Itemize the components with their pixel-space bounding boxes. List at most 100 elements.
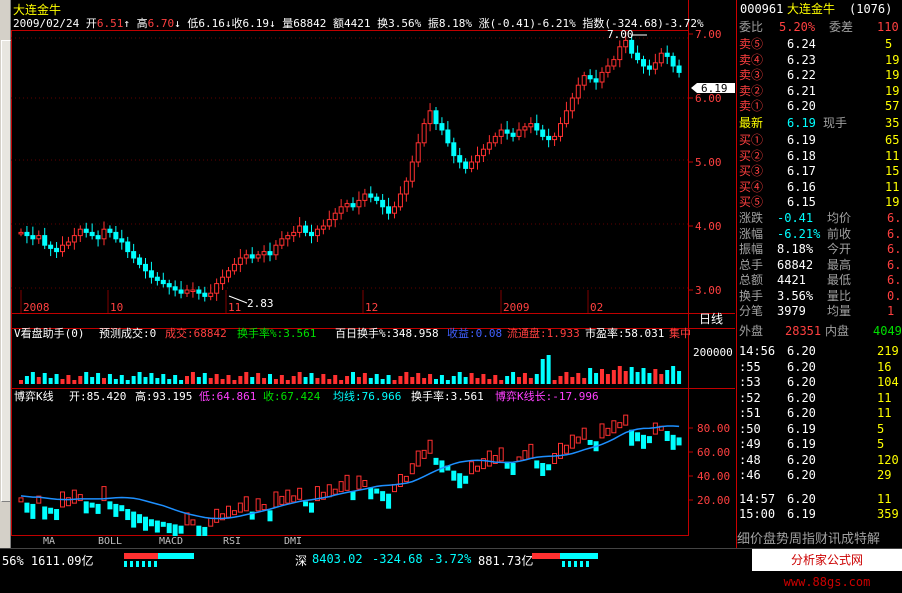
vol-hundred: 百日换手%:348.958 (335, 326, 439, 340)
last-price: 6.19 (787, 116, 816, 130)
candle-body (504, 129, 510, 134)
info-turn-label: 换 (377, 17, 389, 30)
volume-bar (102, 378, 106, 384)
candle-body (510, 132, 516, 137)
volume-bar (611, 370, 616, 384)
game-candle (534, 460, 540, 469)
ask-row-cell: 57 (885, 99, 900, 113)
chart-area[interactable]: 7.00 6.00 5.00 4.00 3.00 6.19 日线 2008 10 11 12 2009… (11, 0, 735, 536)
candle-body (60, 244, 65, 253)
candle-body (492, 135, 498, 144)
volume-bar (605, 374, 610, 384)
candle-body (273, 244, 279, 256)
volume-bar (202, 373, 207, 384)
bid-row-cell: 买③ (739, 164, 764, 178)
volume-bar (143, 377, 148, 384)
candle-body (154, 276, 160, 281)
tick-row: :52 6.20 11 (737, 391, 902, 406)
left-scrollbar[interactable] (0, 0, 11, 548)
candle-body (208, 292, 214, 297)
game-candle (285, 489, 291, 504)
candle-body (48, 244, 54, 249)
game-candle (309, 502, 314, 513)
candle-body (326, 219, 332, 227)
volume-bar (629, 367, 634, 384)
candle-body (670, 55, 676, 67)
tick-row-cell: 6.20 (787, 359, 816, 374)
ask-row-cell: 6.23 (787, 52, 816, 67)
site-logo[interactable]: 分析家公式网 www.88gs.com (752, 549, 902, 589)
volume-bar (244, 372, 249, 384)
tab-boll[interactable]: BOLL (82, 536, 138, 548)
candle-body (261, 251, 267, 256)
stat-row: 分笔 3979 均量 1 (737, 304, 902, 319)
game-candle (427, 439, 433, 454)
ask-row-cell: 5 (885, 37, 893, 51)
candle-body (415, 142, 421, 163)
tick-row: :49 6.19 5 (737, 437, 902, 452)
volume-bar (54, 374, 59, 384)
info-chg-label: 涨 (478, 17, 490, 30)
marquee[interactable]: 细价盘势周指财讯成特解 (737, 532, 902, 548)
tick-row-cell: 11 (877, 491, 892, 506)
candle-body (563, 110, 569, 125)
volume-bar (256, 373, 261, 384)
inner-value: 4049 (873, 324, 902, 338)
volume-bar (190, 372, 195, 384)
game-ma: 均线:76.966 (333, 389, 401, 403)
price-axis-label: 4.00 (695, 220, 722, 233)
price-axis-label: 3.00 (695, 284, 722, 297)
volume-bar (291, 376, 296, 384)
candle-body (36, 235, 42, 240)
stat-row-cell: 68842 (777, 257, 814, 272)
stat-row: 总额 4421 最低 6.1 (737, 273, 902, 288)
vol-panel-title: V看盘助手(0) (14, 326, 85, 340)
stat-row-cell: 6.7 (887, 257, 902, 272)
stat-row: 总手 68842 最高 6.7 (737, 258, 902, 273)
candle-body (237, 257, 243, 265)
candle-body (575, 84, 581, 99)
game-candle (332, 488, 338, 495)
candle-body (24, 231, 30, 237)
volume-bar (155, 378, 160, 384)
volume-bar (594, 373, 599, 384)
candle-body (42, 235, 48, 246)
game-candle (18, 497, 24, 503)
game-candle (611, 420, 617, 434)
stat-row-cell: 涨跌 (739, 211, 764, 225)
volume-bar (303, 377, 308, 384)
volume-bar (570, 377, 575, 384)
candle-body (125, 241, 131, 253)
tick-row-cell: :55 (739, 359, 761, 374)
volume-bar (161, 374, 166, 384)
volume-bar (273, 379, 278, 384)
stat-row-cell: 量比 (827, 288, 852, 303)
tab-dmi[interactable]: DMI (265, 536, 321, 548)
info-vol: 68842 (293, 17, 327, 30)
candle-body (498, 129, 504, 137)
stat-row-cell: 均量 (827, 304, 852, 318)
candle-body (380, 199, 386, 208)
stat-row-cell: -0.41 (777, 211, 814, 225)
volume-bar (392, 380, 397, 384)
outer-inner-row: 外盘 28351 内盘 4049 (737, 324, 902, 339)
game-candle (267, 510, 273, 522)
volume-bar (238, 376, 243, 384)
volume-bar (309, 373, 314, 384)
bid-row-cell: 6.16 (787, 179, 816, 194)
volume-bar (404, 372, 409, 384)
candle-body (95, 235, 101, 240)
tab-rsi[interactable]: RSI (204, 536, 260, 548)
candle-body (605, 65, 611, 73)
candle-body (83, 228, 89, 233)
ask-row-cell: 卖② (739, 83, 764, 98)
weibi-row: 委比 5.20% 委差 110 (737, 20, 902, 35)
bid-row-cell: 买② (739, 148, 764, 163)
tab-ma[interactable]: MA (21, 536, 77, 548)
tab-macd[interactable]: MACD (143, 536, 199, 548)
candle-body (172, 286, 178, 291)
vol-float: 流通盘:1.933 (507, 326, 580, 340)
scrollbar-thumb[interactable] (1, 40, 11, 502)
volume-bar (96, 373, 101, 384)
stat-row-cell: 分笔 (739, 304, 764, 318)
